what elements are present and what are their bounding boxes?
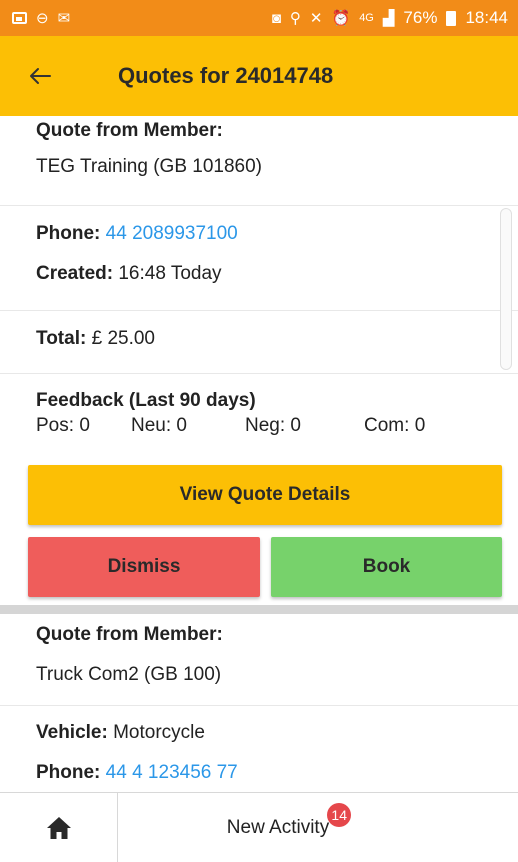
lock-icon: ◙ <box>271 9 281 27</box>
scrollbar[interactable] <box>500 208 512 370</box>
home-icon <box>46 817 71 839</box>
new-activity-text: New Activity <box>226 816 330 838</box>
quote-separator <box>0 605 518 614</box>
quotes-list[interactable]: Quote from Member: TEG Training (GB 1018… <box>0 116 518 792</box>
member-label-2: Quote from Member: <box>36 624 223 645</box>
feedback-positive-label: Pos: <box>36 415 75 436</box>
total-value: £ 25.00 <box>91 328 155 349</box>
activity-count-badge: 14 <box>327 802 352 827</box>
arrow-left-icon <box>30 68 51 84</box>
mute-icon: ✕ <box>309 9 323 27</box>
vehicle-value: Motorcycle <box>113 722 205 743</box>
feedback-comments: Com: 0 <box>364 415 480 437</box>
sync-icon: ⊖ <box>36 9 49 27</box>
phone-row: Phone: 44 2089937100 <box>36 222 482 246</box>
created-row: Created: 16:48 Today <box>36 262 482 286</box>
phone-label-2: Phone: <box>36 762 101 783</box>
quote-contact-section-2: Vehicle: Motorcycle Phone: 44 4 123456 7… <box>0 706 518 785</box>
feedback-negative: Neg: 0 <box>245 415 364 437</box>
back-button[interactable] <box>0 36 80 116</box>
member-name-2: Truck Com2 (GB 100) <box>36 664 222 685</box>
member-name: TEG Training (GB 101860) <box>36 156 262 177</box>
home-button[interactable] <box>0 793 118 862</box>
feedback-neutral-label: Neu: <box>131 415 172 436</box>
quote-member-section-2: Quote from Member: Truck Com2 (GB 100) <box>0 614 518 706</box>
member-label: Quote from Member: <box>36 120 223 141</box>
view-quote-details-button[interactable]: View Quote Details <box>28 465 502 525</box>
created-label: Created: <box>36 263 114 284</box>
feedback-comments-value: 0 <box>414 415 426 436</box>
phone-row-2: Phone: 44 4 123456 77 <box>36 761 482 785</box>
new-activity-label: New Activity 14 <box>226 802 352 839</box>
quote-member-section: Quote from Member: TEG Training (GB 1018… <box>0 116 518 206</box>
location-icon: ⚲ <box>289 9 301 27</box>
alarm-icon: ⏰ <box>331 9 351 27</box>
status-bar-left: ⊖ ✉ <box>12 11 70 26</box>
feedback-positive: Pos: 0 <box>36 415 131 437</box>
dismiss-button[interactable]: Dismiss <box>28 537 260 597</box>
battery-percent: 76% <box>403 8 438 27</box>
4g-icon: 4G <box>359 11 374 24</box>
clock: 18:44 <box>465 8 508 27</box>
total-label: Total: <box>36 328 87 349</box>
gmail-icon: ✉ <box>57 9 71 27</box>
book-button[interactable]: Book <box>271 537 502 597</box>
vehicle-label: Vehicle: <box>36 722 108 743</box>
battery-icon <box>446 10 457 26</box>
total-row: Total: £ 25.00 <box>36 327 482 351</box>
feedback-neutral-value: 0 <box>176 415 187 436</box>
new-activity-button[interactable]: New Activity 14 <box>118 793 518 862</box>
bottom-bar: New Activity 14 <box>0 792 518 862</box>
phone-link[interactable]: 44 2089937100 <box>106 223 238 244</box>
quote-card-2: Quote from Member: Truck Com2 (GB 100) V… <box>0 614 518 785</box>
feedback-comments-label: Com: <box>364 415 410 436</box>
quote-total-section: Total: £ 25.00 <box>0 311 518 374</box>
feedback-positive-value: 0 <box>79 415 90 436</box>
feedback-negative-label: Neg: <box>245 415 286 436</box>
app-bar: Quotes for 24014748 <box>0 36 518 116</box>
page-title: Quotes for 24014748 <box>118 63 334 88</box>
feedback-neutral: Neu: 0 <box>131 415 245 437</box>
feedback-section: Feedback (Last 90 days) Pos: 0 Neu: 0 Ne… <box>0 374 518 437</box>
status-bar: ⊖ ✉ ◙ ⚲ ✕ ⏰ 4G ▟ 76% 18:44 <box>0 0 518 36</box>
phone-label: Phone: <box>36 223 101 244</box>
status-bar-right: ◙ ⚲ ✕ ⏰ 4G ▟ 76% 18:44 <box>272 8 508 28</box>
feedback-counts: Pos: 0 Neu: 0 Neg: 0 Com: 0 <box>36 415 482 437</box>
created-value: 16:48 Today <box>118 263 222 284</box>
quote-contact-section: Phone: 44 2089937100 Created: 16:48 Toda… <box>0 206 518 311</box>
feedback-negative-value: 0 <box>290 415 301 436</box>
signal-icon: ▟ <box>382 9 395 27</box>
phone-link-2[interactable]: 44 4 123456 77 <box>106 762 238 783</box>
image-icon <box>12 12 27 24</box>
feedback-title: Feedback (Last 90 days) <box>36 390 256 411</box>
vehicle-row: Vehicle: Motorcycle <box>36 721 482 745</box>
